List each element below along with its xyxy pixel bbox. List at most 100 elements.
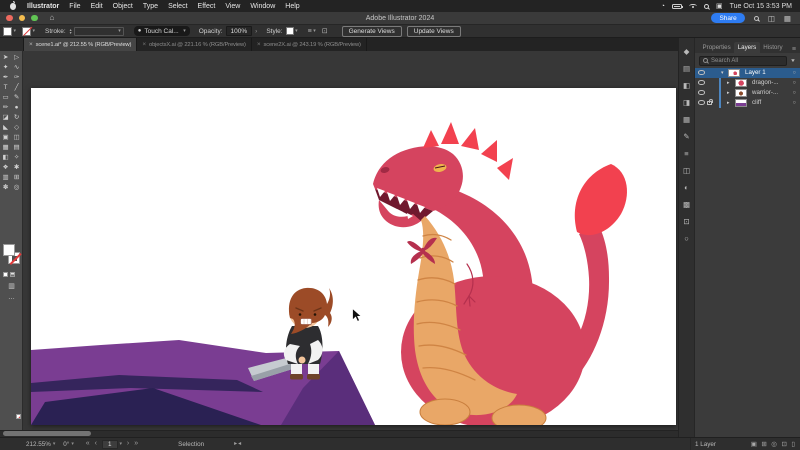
target-circle-icon[interactable]: ○ xyxy=(793,70,796,76)
panel-menu-icon[interactable]: ≡ xyxy=(792,46,800,53)
search-icon[interactable] xyxy=(753,15,759,21)
chevron-right-icon[interactable]: ▸ xyxy=(727,90,730,96)
transparency-icon[interactable]: ▩ xyxy=(683,201,690,209)
workspace-switcher-icon[interactable]: ▦ xyxy=(784,14,791,23)
previous-artboard-icon[interactable]: ‹ xyxy=(95,439,97,449)
horizontal-scrollbar-thumb[interactable] xyxy=(3,431,91,436)
locate-object-icon[interactable]: ◎ xyxy=(771,440,777,448)
target-circle-icon[interactable]: ○ xyxy=(793,80,796,86)
layer-row-layer1[interactable]: ▾ Layer 1 ○ xyxy=(695,67,800,78)
menu-item-object[interactable]: Object xyxy=(108,3,138,10)
layer-thumbnail[interactable] xyxy=(728,68,740,77)
stroke-weight-stepper[interactable]: ▴ ▾ xyxy=(70,27,72,35)
fill-dropdown-icon[interactable]: ▾ xyxy=(14,28,17,34)
document-tab[interactable]: × scene2X.ai @ 243.19 % (RGB/Preview) xyxy=(252,38,367,51)
color-icon[interactable]: ◧ xyxy=(683,82,690,90)
gauge-icon[interactable]: ◔ xyxy=(661,3,665,10)
tab-layers[interactable]: Layers xyxy=(734,42,760,53)
color-mode-icon[interactable] xyxy=(3,272,8,277)
target-circle-icon[interactable]: ○ xyxy=(793,90,796,96)
close-icon[interactable]: × xyxy=(29,41,33,48)
spotlight-icon[interactable] xyxy=(703,3,709,9)
type-tool[interactable]: T xyxy=(4,83,8,93)
document-setup-icon[interactable]: ⊡ xyxy=(322,27,328,35)
zoom-level-field[interactable]: 212.55% xyxy=(26,441,51,448)
menu-item-effect[interactable]: Effect xyxy=(193,3,221,10)
document-tab[interactable]: × scene1.ai* @ 212.55 % (RGB/Preview) xyxy=(24,38,138,51)
stroke-dropdown-icon[interactable]: ▾ xyxy=(33,28,36,34)
libraries-icon[interactable]: ▤ xyxy=(683,65,690,73)
artboard-tool[interactable]: ⊞ xyxy=(14,173,19,183)
update-views-button[interactable]: Update Views xyxy=(406,25,461,37)
eyedropper-tool[interactable]: ✧ xyxy=(14,153,19,163)
chevron-right-icon[interactable]: ▸ xyxy=(727,80,730,86)
apple-icon[interactable] xyxy=(10,0,16,10)
chevron-right-icon[interactable]: ▸ xyxy=(727,100,730,106)
blend-tool[interactable]: ❖ xyxy=(3,163,9,173)
shape-properties-icon[interactable]: ◆ xyxy=(684,48,690,56)
fill-color-swatch[interactable] xyxy=(3,26,12,36)
gradient-mode-icon[interactable] xyxy=(9,272,15,277)
color-guide-icon[interactable]: ◨ xyxy=(683,99,690,107)
menu-item-window[interactable]: Window xyxy=(245,3,280,10)
brush-preset-dropdown[interactable]: ● Touch Cal... ▾ xyxy=(133,26,190,36)
blob-brush-tool[interactable]: ● xyxy=(15,103,19,113)
rotate-tool[interactable]: ↻ xyxy=(14,113,19,123)
first-artboard-icon[interactable]: « xyxy=(86,439,90,449)
close-icon[interactable]: × xyxy=(257,41,261,48)
hand-tool[interactable]: ✽ xyxy=(3,183,8,193)
close-icon[interactable]: × xyxy=(142,41,146,48)
layer-name[interactable]: cliff xyxy=(752,99,761,106)
lock-icon[interactable] xyxy=(707,99,713,105)
export-icon[interactable]: ⊡ xyxy=(683,218,689,226)
pen-tool[interactable]: ✒ xyxy=(3,73,8,83)
menu-item-view[interactable]: View xyxy=(220,3,245,10)
wifi-icon[interactable] xyxy=(688,3,697,9)
none-mode-icon[interactable] xyxy=(16,414,21,419)
swatches-icon[interactable]: ▦ xyxy=(683,116,690,124)
visibility-eye-icon[interactable] xyxy=(698,100,705,105)
align-options-icon[interactable]: ≡ xyxy=(308,28,312,35)
screen-mode-icon[interactable]: ▥ xyxy=(0,282,23,290)
rotation-field[interactable]: 0° xyxy=(63,441,69,448)
stroke-color-swatch[interactable] xyxy=(22,26,32,36)
tab-properties[interactable]: Properties xyxy=(699,42,734,53)
artboard[interactable] xyxy=(31,88,676,425)
opacity-value-field[interactable]: 100% xyxy=(225,26,253,36)
horizontal-scrollbar-track[interactable] xyxy=(0,430,678,437)
visibility-eye-icon[interactable] xyxy=(698,80,705,85)
layer-row-warrior[interactable]: ▸ warrior-... ○ xyxy=(695,88,800,98)
new-layer-icon[interactable]: ⊡ xyxy=(781,440,786,448)
gradient-panel-icon[interactable]: ◐ xyxy=(684,184,689,192)
brushes-icon[interactable]: ✎ xyxy=(683,133,689,141)
menu-item-help[interactable]: Help xyxy=(280,3,304,10)
mesh-tool[interactable]: ▤ xyxy=(14,143,20,153)
delete-layer-icon[interactable]: ▯ xyxy=(791,440,795,448)
layer-thumbnail[interactable] xyxy=(735,88,747,97)
battery-icon[interactable] xyxy=(671,3,684,9)
last-artboard-icon[interactable]: » xyxy=(134,439,138,449)
direct-selection-tool[interactable]: ▷ xyxy=(14,53,19,63)
gradient-tool[interactable]: ◧ xyxy=(3,153,9,163)
menubar-clock[interactable]: Tue Oct 15 3:53 PM xyxy=(730,3,792,10)
control-center-icon[interactable]: ▣ xyxy=(716,2,723,10)
toolbar-fill-swatch[interactable] xyxy=(3,244,15,256)
zoom-tool[interactable]: ◎ xyxy=(14,183,20,193)
visibility-eye-icon[interactable] xyxy=(698,70,705,75)
magic-wand-tool[interactable]: ✦ xyxy=(3,63,8,73)
edit-toolbar-icon[interactable]: … xyxy=(0,294,23,301)
opacity-panel-arrow[interactable]: › xyxy=(255,28,257,35)
selection-tool[interactable]: ➤ xyxy=(3,53,8,63)
artboard-number-field[interactable]: 1 xyxy=(101,439,118,449)
perspective-grid-tool[interactable]: ▦ xyxy=(3,143,9,153)
shape-builder-tool[interactable]: ◫ xyxy=(14,133,20,143)
visibility-eye-icon[interactable] xyxy=(698,90,705,95)
layer-name[interactable]: dragon-... xyxy=(752,79,778,86)
stroke-weight-field[interactable]: ▾ xyxy=(73,26,124,36)
arrange-documents-icon[interactable]: ◫ xyxy=(768,14,775,23)
layer-thumbnail[interactable] xyxy=(735,78,747,87)
lasso-tool[interactable]: ∿ xyxy=(14,63,19,73)
history-forward-icon[interactable]: ▸ xyxy=(234,439,237,449)
generate-views-button[interactable]: Generate Views xyxy=(341,25,402,37)
style-swatch[interactable] xyxy=(285,27,294,35)
